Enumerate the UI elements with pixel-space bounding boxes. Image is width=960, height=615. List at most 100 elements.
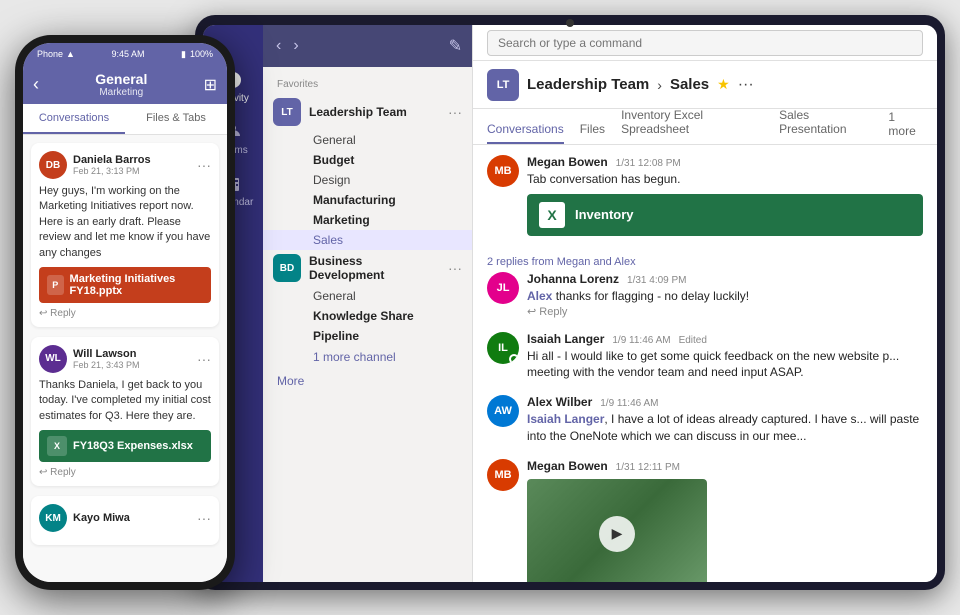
phone-msg-more-2[interactable]: ··· (197, 351, 211, 367)
message-4: AW Alex Wilber 1/9 11:46 AM Isaiah Lange… (487, 395, 923, 445)
leadership-more-button[interactable]: ··· (448, 104, 462, 120)
play-button[interactable]: ▶ (599, 516, 635, 552)
leadership-team-name: Leadership Team (309, 105, 440, 119)
phone-message-1: DB Daniela Barros Feb 21, 3:13 PM ··· He… (31, 143, 219, 327)
bizdev-more-button[interactable]: ··· (448, 260, 462, 276)
msg-time-3: 1/9 11:46 AM (612, 335, 670, 346)
inventory-card[interactable]: X Inventory (527, 194, 923, 236)
phone-chat-area: DB Daniela Barros Feb 21, 3:13 PM ··· He… (23, 135, 227, 582)
phone-tab-conversations[interactable]: Conversations (23, 104, 125, 134)
phone-msg-name-2: Will Lawson (73, 348, 191, 360)
phone-channel-title: General Marketing (95, 71, 147, 98)
msg-author-4: Alex Wilber (527, 395, 592, 409)
compose-button[interactable]: ✎ (449, 36, 462, 56)
channel-knowledge[interactable]: Knowledge Share (263, 306, 472, 326)
msg-header-3: Isaiah Langer 1/9 11:46 AM Edited (527, 332, 923, 346)
tablet-camera (566, 19, 574, 27)
more-button[interactable]: More (263, 368, 472, 394)
avatar-img-2: JL (487, 272, 519, 304)
nav-back-button[interactable]: ‹ (273, 37, 284, 55)
team-leadership[interactable]: LT Leadership Team ··· (263, 94, 472, 130)
msg-time-4: 1/9 11:46 AM (600, 398, 658, 409)
msg-content-5: Megan Bowen 1/31 12:11 PM ▶ (527, 459, 923, 582)
phone-msg-header-3: KM Kayo Miwa ··· (39, 504, 211, 532)
phone-attachment-xlsx[interactable]: X FY18Q3 Expenses.xlsx (39, 430, 211, 462)
back-button[interactable]: ‹ (33, 74, 39, 95)
msg-edited-3: Edited (679, 335, 707, 346)
phone-device: Phone ▲ 9:45 AM ▮ 100% ‹ General Marketi… (15, 35, 235, 590)
msg-text-2: Alex thanks for flagging - no delay luck… (527, 288, 923, 305)
battery-icon: ▮ (181, 49, 186, 60)
tab-sales-presentation[interactable]: Sales Presentation (779, 108, 872, 144)
team-bizdev[interactable]: BD Business Development ··· (263, 250, 472, 286)
msg-text-1: Tab conversation has begun. (527, 171, 923, 188)
channel-general-1[interactable]: General (263, 130, 472, 150)
channel-general-2[interactable]: General (263, 286, 472, 306)
inventory-label: Inventory (575, 207, 634, 222)
nav-forward-button[interactable]: › (290, 37, 301, 55)
channel-pipeline[interactable]: Pipeline (263, 326, 472, 346)
favorite-star-icon[interactable]: ★ (717, 76, 730, 93)
tab-files[interactable]: Files (580, 122, 605, 144)
chat-area: MB Megan Bowen 1/31 12:08 PM Tab convers… (473, 145, 937, 582)
excel-icon: X (539, 202, 565, 228)
phone-msg-text-2: Thanks Daniela, I get back to you today.… (39, 378, 211, 424)
avatar-img-5: MB (487, 459, 519, 491)
avatar-img-4: AW (487, 395, 519, 427)
reply-button-2[interactable]: ↩ Reply (527, 305, 923, 318)
will-avatar: WL (39, 345, 67, 373)
carrier-text: Phone (37, 49, 63, 59)
megan-bowen-avatar: MB (487, 155, 519, 187)
channel-design[interactable]: Design (263, 170, 472, 190)
daniela-avatar: DB (39, 151, 67, 179)
topbar (473, 25, 937, 61)
phone-reply-2[interactable]: ↩ Reply (39, 467, 211, 478)
more-channel-link[interactable]: 1 more channel (263, 346, 472, 368)
ppt-icon: P (47, 275, 64, 295)
chevron-right-icon: › (657, 77, 662, 93)
channel-budget[interactable]: Budget (263, 150, 472, 170)
phone-compose-icon[interactable]: ⊞ (204, 75, 217, 95)
phone-msg-meta-1: Daniela Barros Feb 21, 3:13 PM (73, 154, 191, 176)
msg-header-2: Johanna Lorenz 1/31 4:09 PM (527, 272, 923, 286)
msg-text-4: Isaiah Langer, I have a lot of ideas alr… (527, 411, 923, 445)
team-header-channel-name[interactable]: Sales (670, 76, 709, 93)
message-3: IL Isaiah Langer 1/9 11:46 AM Edited Hi … (487, 332, 923, 382)
phone-msg-header-1: DB Daniela Barros Feb 21, 3:13 PM ··· (39, 151, 211, 179)
channel-marketing[interactable]: Marketing (263, 210, 472, 230)
tab-inventory[interactable]: Inventory Excel Spreadsheet (621, 108, 763, 144)
bizdev-avatar: BD (273, 254, 301, 282)
avatar-img: MB (487, 155, 519, 187)
video-thumbnail[interactable]: ▶ (527, 479, 707, 582)
kayo-avatar: KM (39, 504, 67, 532)
phone-reply-1[interactable]: ↩ Reply (39, 308, 211, 319)
header-more-button[interactable]: ··· (738, 76, 754, 94)
xlsx-icon: X (47, 436, 67, 456)
msg-content-4: Alex Wilber 1/9 11:46 AM Isaiah Langer, … (527, 395, 923, 445)
msg-author-2: Johanna Lorenz (527, 272, 619, 286)
msg-content-2: Johanna Lorenz 1/31 4:09 PM Alex thanks … (527, 272, 923, 318)
msg-time-2: 1/31 4:09 PM (627, 275, 686, 286)
message-2: JL Johanna Lorenz 1/31 4:09 PM Alex than… (487, 272, 923, 318)
tab-conversations[interactable]: Conversations (487, 122, 564, 144)
channel-header: ‹ › ✎ (263, 25, 472, 67)
phone-tab-files[interactable]: Files & Tabs (125, 104, 227, 134)
tablet-device: Activity Teams Calendar ‹ › (195, 15, 945, 590)
phone-attachment-ppt[interactable]: P Marketing Initiatives FY18.pptx (39, 267, 211, 303)
main-panel: LT Leadership Team › Sales ★ ··· Convers… (473, 25, 937, 582)
msg-content-1: Megan Bowen 1/31 12:08 PM Tab conversati… (527, 155, 923, 242)
channel-manufacturing[interactable]: Manufacturing (263, 190, 472, 210)
ppt-filename: Marketing Initiatives FY18.pptx (70, 273, 203, 297)
channel-sales[interactable]: Sales (263, 230, 472, 250)
replies-count[interactable]: 2 replies from Megan and Alex (487, 256, 923, 268)
msg-header-4: Alex Wilber 1/9 11:46 AM (527, 395, 923, 409)
search-input[interactable] (487, 30, 923, 56)
mention-isaiah: Isaiah Langer (527, 412, 604, 426)
phone-msg-more-1[interactable]: ··· (197, 157, 211, 173)
mention-alex: Alex (527, 289, 552, 303)
tab-more[interactable]: 1 more (888, 110, 923, 144)
phone-msg-time-2: Feb 21, 3:43 PM (73, 360, 191, 370)
msg-header-1: Megan Bowen 1/31 12:08 PM (527, 155, 923, 169)
phone-msg-more-3[interactable]: ··· (197, 510, 211, 526)
phone-msg-time-1: Feb 21, 3:13 PM (73, 166, 191, 176)
